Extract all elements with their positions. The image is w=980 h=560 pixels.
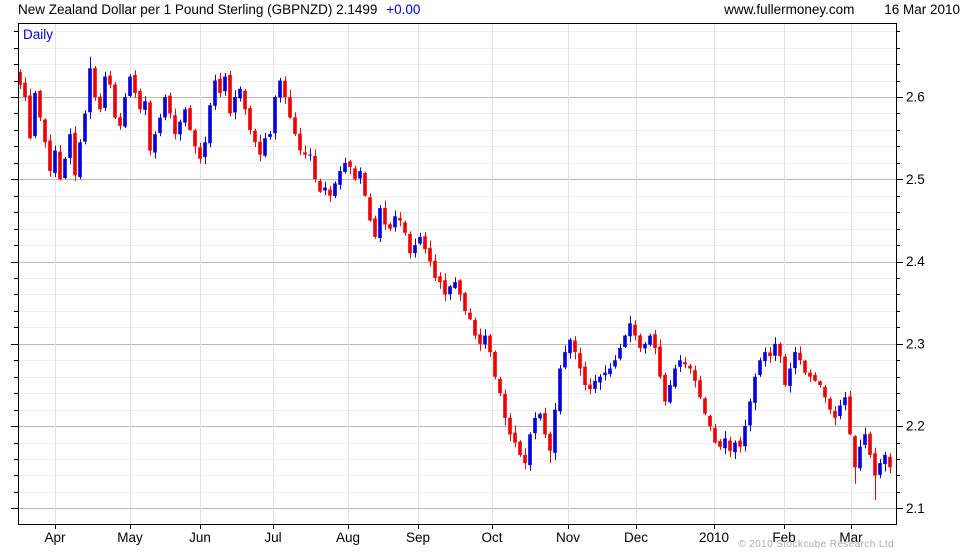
x-axis-label: Jul bbox=[264, 530, 281, 545]
candlestick-chart: 2.62.52.42.32.22.1AprMayJunJulAugSepOctN… bbox=[0, 0, 980, 560]
y-axis-label: 2.4 bbox=[906, 254, 925, 269]
x-axis-label: Nov bbox=[556, 530, 580, 545]
x-axis-label: Dec bbox=[624, 530, 648, 545]
plot-border bbox=[19, 24, 897, 525]
y-axis-label: 2.2 bbox=[906, 419, 925, 434]
x-axis-label: Aug bbox=[336, 530, 360, 545]
x-axis-label: Jun bbox=[189, 530, 211, 545]
y-axis-label: 2.5 bbox=[906, 172, 925, 187]
y-axis-label: 2.1 bbox=[906, 501, 925, 516]
grid bbox=[18, 23, 896, 524]
interval-label: Daily bbox=[23, 27, 53, 42]
y-axis-label: 2.3 bbox=[906, 336, 925, 351]
x-axis-label: 2010 bbox=[699, 530, 729, 545]
chart-window: New Zealand Dollar per 1 Pound Sterling … bbox=[0, 0, 980, 560]
y-axis-label: 2.6 bbox=[906, 90, 925, 105]
copyright-text: © 2010 Stockcube Research Ltd bbox=[738, 539, 894, 550]
x-axis-label: Apr bbox=[44, 530, 66, 545]
x-axis-label: Oct bbox=[481, 530, 502, 545]
y-axis-labels: 2.6 2.5 2.4 2.3 2.2 2.1 bbox=[906, 90, 925, 516]
x-axis-label: May bbox=[117, 530, 143, 545]
x-axis-label: Sep bbox=[406, 530, 430, 545]
